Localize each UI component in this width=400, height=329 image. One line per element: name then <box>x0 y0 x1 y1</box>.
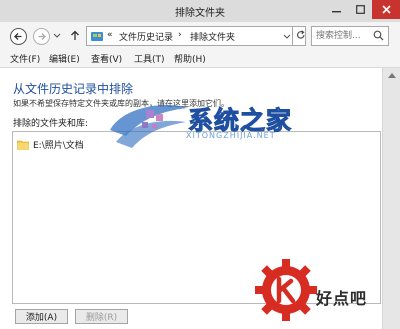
menu-help[interactable]: 帮助(H) <box>174 52 206 65</box>
address-history-button[interactable] <box>282 26 293 46</box>
search-box[interactable] <box>311 26 389 46</box>
xitongzhijia-logo-icon <box>110 104 188 148</box>
close-button[interactable] <box>372 0 400 19</box>
list-item-label: E:\照片\文档 <box>33 140 84 151</box>
arrow-up-icon <box>71 30 79 40</box>
scroll-up-icon[interactable] <box>388 72 396 78</box>
menu-tools[interactable]: 工具(T) <box>134 52 165 65</box>
excluded-folders-list[interactable]: E:\照片\文档 <box>12 131 381 304</box>
breadcrumb-overflow[interactable]: « <box>107 30 113 40</box>
arrow-right-icon <box>38 33 46 40</box>
haodianba-gear-logo-icon <box>255 259 317 321</box>
chevron-down-icon <box>283 34 291 39</box>
refresh-button[interactable] <box>296 27 306 43</box>
search-icon <box>373 30 384 41</box>
xitongzhijia-watermark-url: XITONGZHIJIA.NET <box>186 131 276 140</box>
breadcrumb-exclude-folders[interactable]: 排除文件夹 <box>190 30 235 43</box>
explorer-window: 排除文件夹 « 文件历史记录 › 排除文件夹 搜索控制... 文件(F) 编辑(… <box>0 0 400 329</box>
add-button[interactable]: 添加(A) <box>15 309 68 324</box>
refresh-icon <box>297 30 305 39</box>
close-icon <box>381 5 391 14</box>
excluded-list-label: 排除的文件夹和库: <box>13 119 89 129</box>
maximize-button[interactable] <box>348 0 372 19</box>
menu-bar: 文件(F) 编辑(E) 查看(V) 工具(T) 帮助(H) <box>0 50 400 68</box>
maximize-icon <box>355 5 365 14</box>
menu-edit[interactable]: 编辑(E) <box>49 52 80 65</box>
menu-file[interactable]: 文件(F) <box>10 52 40 65</box>
control-panel-icon <box>91 32 103 41</box>
remove-button[interactable]: 删除(R) <box>75 309 128 324</box>
title-bar: 排除文件夹 <box>0 0 400 22</box>
back-button[interactable] <box>10 28 27 45</box>
list-item[interactable]: E:\照片\文档 <box>17 137 84 151</box>
breadcrumb-separator: › <box>178 30 182 40</box>
chevron-down-icon <box>53 33 61 38</box>
minimize-button[interactable] <box>324 0 348 19</box>
minimize-icon <box>331 11 341 13</box>
vertical-scrollbar[interactable] <box>382 68 400 329</box>
haodianba-watermark-text: 好点吧 <box>316 289 368 308</box>
folder-icon <box>17 140 29 150</box>
search-input[interactable] <box>316 29 374 43</box>
recent-pages-button[interactable] <box>53 28 61 43</box>
address-bar[interactable]: « 文件历史记录 › 排除文件夹 <box>86 26 306 46</box>
breadcrumb-file-history[interactable]: 文件历史记录 <box>119 30 173 43</box>
up-button[interactable] <box>68 28 82 43</box>
navigation-bar: « 文件历史记录 › 排除文件夹 <box>0 22 400 50</box>
arrow-left-icon <box>14 33 22 40</box>
forward-button[interactable] <box>33 28 50 45</box>
menu-view[interactable]: 查看(V) <box>91 52 122 65</box>
